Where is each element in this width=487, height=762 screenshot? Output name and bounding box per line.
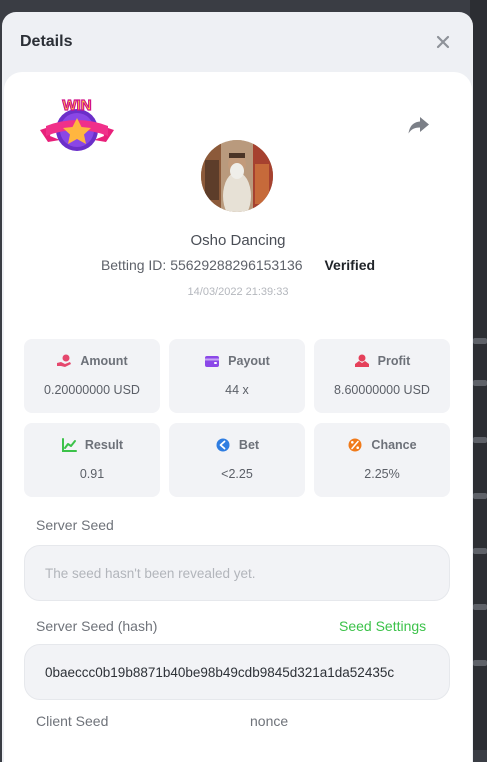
- stat-label: Profit: [377, 354, 411, 368]
- stat-value: <2.25: [221, 467, 253, 481]
- modal-header: Details: [2, 12, 473, 72]
- stat-value: 8.60000000 USD: [334, 383, 430, 397]
- betting-id-label: Betting ID:: [100, 257, 167, 273]
- background-text: [473, 493, 487, 499]
- close-icon: [436, 35, 450, 49]
- bet-details-card: WIN Osho Dancing Betting ID: 55629288296…: [4, 72, 472, 762]
- client-seed-label: Client Seed: [36, 713, 109, 729]
- wallet-icon: [205, 356, 220, 367]
- stat-label: Amount: [80, 354, 128, 368]
- background-text: [473, 604, 487, 610]
- stat-value: 0.20000000 USD: [44, 383, 140, 397]
- share-button[interactable]: [406, 114, 432, 136]
- profit-icon: [354, 354, 369, 367]
- stat-bet: Bet <2.25: [169, 423, 305, 497]
- money-hand-icon: [57, 354, 72, 367]
- stat-label: Chance: [371, 438, 417, 452]
- server-seed-hash-label: Server Seed (hash): [36, 618, 158, 634]
- stat-label: Payout: [228, 354, 270, 368]
- game-avatar: [201, 140, 273, 212]
- win-badge-icon: WIN: [40, 96, 114, 151]
- background-text: [473, 338, 487, 344]
- background-text: [473, 380, 487, 386]
- stat-result: Result 0.91: [24, 423, 160, 497]
- background-text: [473, 437, 487, 443]
- game-name: Osho Dancing: [190, 232, 286, 249]
- modal-title: Details: [20, 33, 73, 50]
- stat-value: 44 x: [225, 383, 249, 397]
- stat-chance: Chance 2.25%: [314, 423, 450, 497]
- details-modal: Details WIN Osho Dancing Betting ID: 556…: [2, 12, 473, 762]
- stat-amount: Amount 0.20000000 USD: [24, 339, 160, 413]
- close-button[interactable]: [433, 32, 453, 52]
- verified-badge: Verified: [324, 257, 376, 273]
- bet-datetime: 14/03/2022 21:39:33: [187, 286, 289, 298]
- stat-value: 0.91: [79, 467, 105, 481]
- nonce-label: nonce: [250, 713, 289, 729]
- server-seed-hash-field[interactable]: 0baeccc0b19b8871b40be98b49cdb9845d321a1d…: [24, 644, 450, 700]
- betting-id-row: Betting ID: 55629288296153136 Verified: [4, 257, 472, 273]
- server-seed-field[interactable]: The seed hasn't been revealed yet.: [24, 545, 450, 601]
- chart-icon: [61, 438, 77, 452]
- stat-profit: Profit 8.60000000 USD: [314, 339, 450, 413]
- background-text: [473, 548, 487, 554]
- win-badge-text: WIN: [62, 97, 91, 114]
- percent-icon: [348, 438, 362, 452]
- bet-icon: [216, 438, 230, 452]
- stat-label: Result: [84, 438, 124, 452]
- stat-payout: Payout 44 x: [169, 339, 305, 413]
- stat-value: 2.25%: [364, 467, 400, 481]
- stat-label: Bet: [238, 438, 260, 452]
- background-text: [473, 660, 487, 666]
- betting-id-value: 55629288296153136: [170, 257, 303, 273]
- game-thumbnail-image: [201, 140, 273, 212]
- share-icon: [408, 117, 429, 134]
- seed-settings-link[interactable]: Seed Settings: [339, 618, 426, 634]
- server-seed-label: Server Seed: [36, 517, 114, 533]
